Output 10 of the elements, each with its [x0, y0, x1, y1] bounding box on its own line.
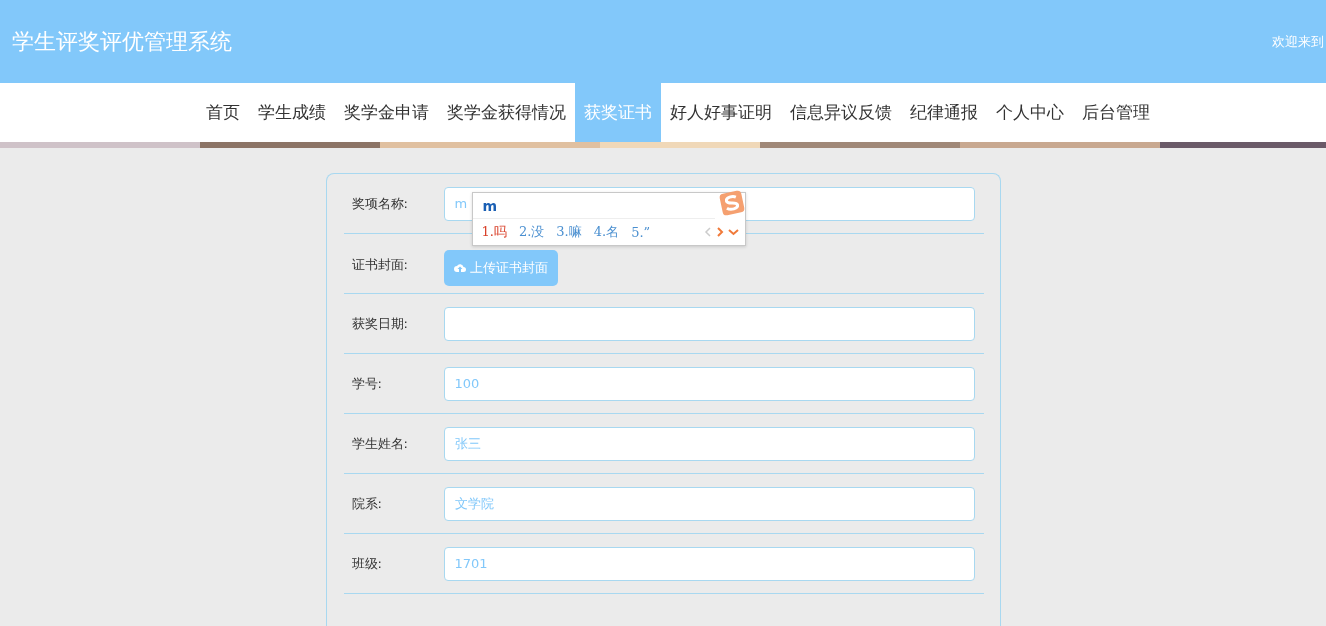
composition-text: m [482, 197, 498, 214]
field-label: 证书封面: [351, 256, 409, 274]
field-label: 奖项名称: [351, 194, 409, 213]
welcome-text: 欢迎来到 [1272, 32, 1324, 51]
site-title: 学生评奖评优管理系统 [12, 27, 232, 56]
field-label: 班级: [351, 554, 383, 573]
field-label: 获奖日期: [351, 314, 409, 333]
field-label: 学号: [351, 374, 383, 393]
field-label: 学生姓名: [351, 434, 409, 453]
field-label: 院系: [351, 494, 383, 513]
